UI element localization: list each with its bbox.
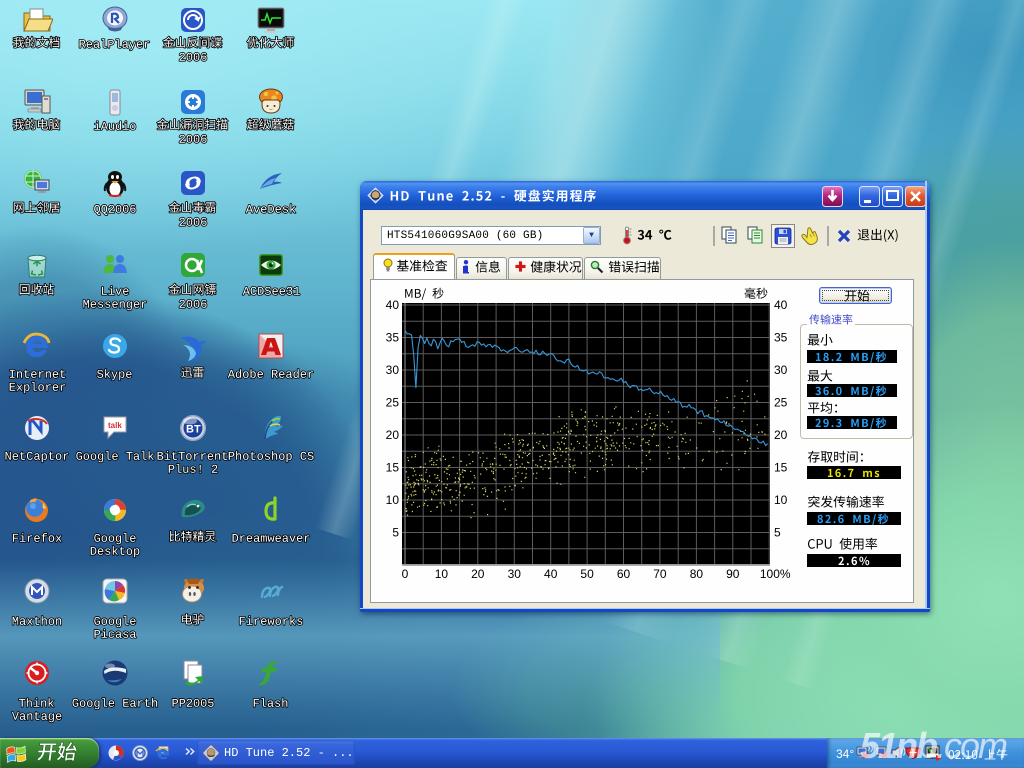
svg-text:BT: BT [186,424,201,436]
svg-text:20: 20 [386,428,400,442]
svg-text:0: 0 [402,567,409,581]
svg-text:30: 30 [386,363,400,377]
svg-text:talk: talk [108,421,122,430]
svg-text:5: 5 [392,526,399,540]
svg-text:20: 20 [774,428,788,442]
svg-text:100%: 100% [760,567,791,581]
svg-text:80: 80 [690,567,704,581]
svg-text:15: 15 [386,461,400,475]
svg-text:15: 15 [774,461,788,475]
svg-text:30: 30 [774,363,788,377]
svg-text:35: 35 [386,331,400,345]
svg-text:40: 40 [386,298,400,312]
svg-text:30: 30 [508,567,522,581]
svg-text:10: 10 [386,493,400,507]
svg-text:25: 25 [386,396,400,410]
svg-text:40: 40 [544,567,558,581]
svg-text:10: 10 [435,567,449,581]
svg-text:5: 5 [774,526,781,540]
svg-text:25: 25 [774,396,788,410]
svg-text:50: 50 [580,567,594,581]
svg-text:40: 40 [774,298,788,312]
svg-text:10: 10 [774,493,788,507]
svg-text:35: 35 [774,331,788,345]
svg-text:90: 90 [726,567,740,581]
svg-text:60: 60 [617,567,631,581]
svg-text:70: 70 [653,567,667,581]
svg-text:20: 20 [471,567,485,581]
